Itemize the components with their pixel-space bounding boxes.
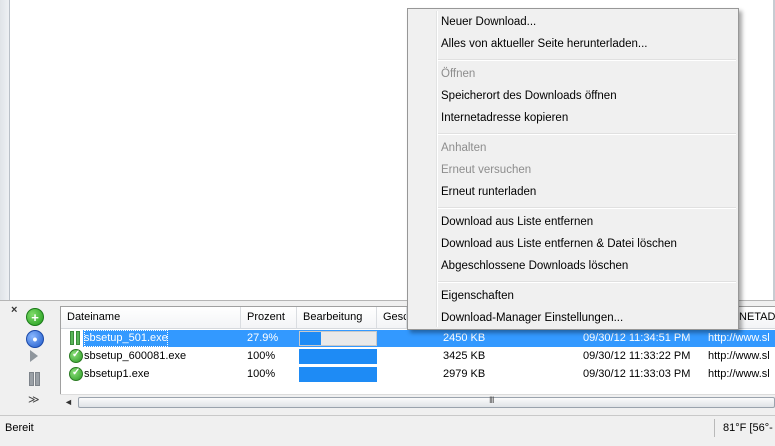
source-url: http://www.sl (708, 332, 770, 344)
column-header-address[interactable]: NETADR (733, 307, 775, 328)
download-date: 09/30/12 11:34:51 PM (583, 332, 691, 344)
menu-separator (438, 207, 736, 209)
menu-item-open: Öffnen (441, 68, 476, 80)
scrollbar-thumb[interactable]: III (78, 395, 775, 408)
paused-status-icon (69, 331, 83, 345)
progress-fill (300, 368, 376, 381)
add-download-button[interactable]: + (26, 308, 44, 326)
menu-item-pause: Anhalten (441, 142, 487, 154)
download-options-button[interactable]: • (26, 330, 44, 348)
horizontal-scrollbar[interactable]: ◄ III (60, 394, 775, 411)
menu-item-copy-internet-address[interactable]: Internetadresse kopieren (441, 107, 568, 129)
browser-left-frame (0, 0, 10, 300)
percent-value: 27.9% (247, 332, 279, 344)
download-date: 09/30/12 11:33:03 PM (583, 368, 691, 380)
options-icon: • (32, 331, 38, 347)
file-size: 3425 KB (443, 350, 486, 362)
progress-fill (300, 332, 322, 345)
source-url: http://www.sl (708, 350, 770, 362)
download-row[interactable]: sbsetup1.exe 100% 2979 KB 09/30/12 11:33:03… (61, 366, 775, 383)
complete-check-icon (69, 349, 83, 363)
progress-bar (299, 367, 377, 382)
status-divider (714, 419, 715, 437)
status-text: Bereit (5, 422, 34, 434)
menu-item-download-all-from-page[interactable]: Alles von aktueller Seite herunterladen.… (441, 33, 647, 55)
file-size: 2979 KB (443, 368, 486, 380)
menu-item-new-download[interactable]: Neuer Download... (441, 11, 536, 33)
file-name: sbsetup_501.exe (84, 330, 168, 347)
progress-bar (299, 349, 377, 364)
menu-item-download-manager-settings[interactable]: Download-Manager Einstellungen... (441, 307, 623, 329)
file-name: sbsetup_600081.exe (84, 350, 187, 362)
download-row[interactable]: sbsetup_600081.exe 100% 3425 KB 09/30/12 11… (61, 348, 775, 365)
resume-icon[interactable] (30, 350, 38, 362)
panel-close-button[interactable]: × (11, 304, 17, 316)
menu-item-clear-completed[interactable]: Abgeschlossene Downloads löschen (441, 255, 628, 277)
menu-item-retry: Erneut versuchen (441, 164, 532, 176)
file-size: 2450 KB (443, 332, 486, 344)
file-name: sbsetup1.exe (84, 368, 150, 380)
percent-value: 100% (247, 350, 276, 362)
column-header-percent[interactable]: Prozent (241, 307, 297, 328)
source-url: http://www.sl (708, 368, 770, 380)
scroll-left-arrow-icon[interactable]: ◄ (64, 397, 73, 407)
progress-bar (299, 331, 377, 346)
menu-item-properties[interactable]: Eigenschaften (441, 285, 514, 307)
context-menu: Neuer Download... Alles von aktueller Sei… (407, 8, 739, 330)
menu-separator (438, 59, 736, 61)
download-row[interactable]: sbsetup_501.exe 27.9% 2450 KB 09/30/12 11:3… (61, 330, 775, 347)
menu-item-remove-from-list[interactable]: Download aus Liste entfernen (441, 211, 593, 233)
menu-item-open-download-location[interactable]: Speicherort des Downloads öffnen (441, 85, 617, 107)
download-date: 09/30/12 11:33:22 PM (583, 350, 691, 362)
column-header-filename[interactable]: Dateiname (61, 307, 241, 328)
column-header-speed[interactable]: Gesc (377, 307, 407, 328)
column-header-progress[interactable]: Bearbeitung (297, 307, 377, 328)
complete-check-icon (69, 367, 83, 381)
progress-fill (300, 350, 376, 363)
weather-status[interactable]: 81°F [56°- (723, 422, 773, 434)
percent-value: 100% (247, 368, 276, 380)
scrollbar-grip: III (489, 395, 494, 405)
status-bar: Bereit 81°F [56°- (0, 415, 775, 446)
menu-separator (438, 281, 736, 283)
menu-item-redownload[interactable]: Erneut runterladen (441, 181, 536, 203)
menu-separator (438, 133, 736, 135)
menu-item-remove-and-delete-file[interactable]: Download aus Liste entfernen & Datei lös… (441, 233, 677, 255)
more-icon[interactable]: ≫ (28, 393, 39, 406)
plus-icon: + (31, 309, 39, 325)
pause-icon[interactable] (29, 372, 40, 386)
